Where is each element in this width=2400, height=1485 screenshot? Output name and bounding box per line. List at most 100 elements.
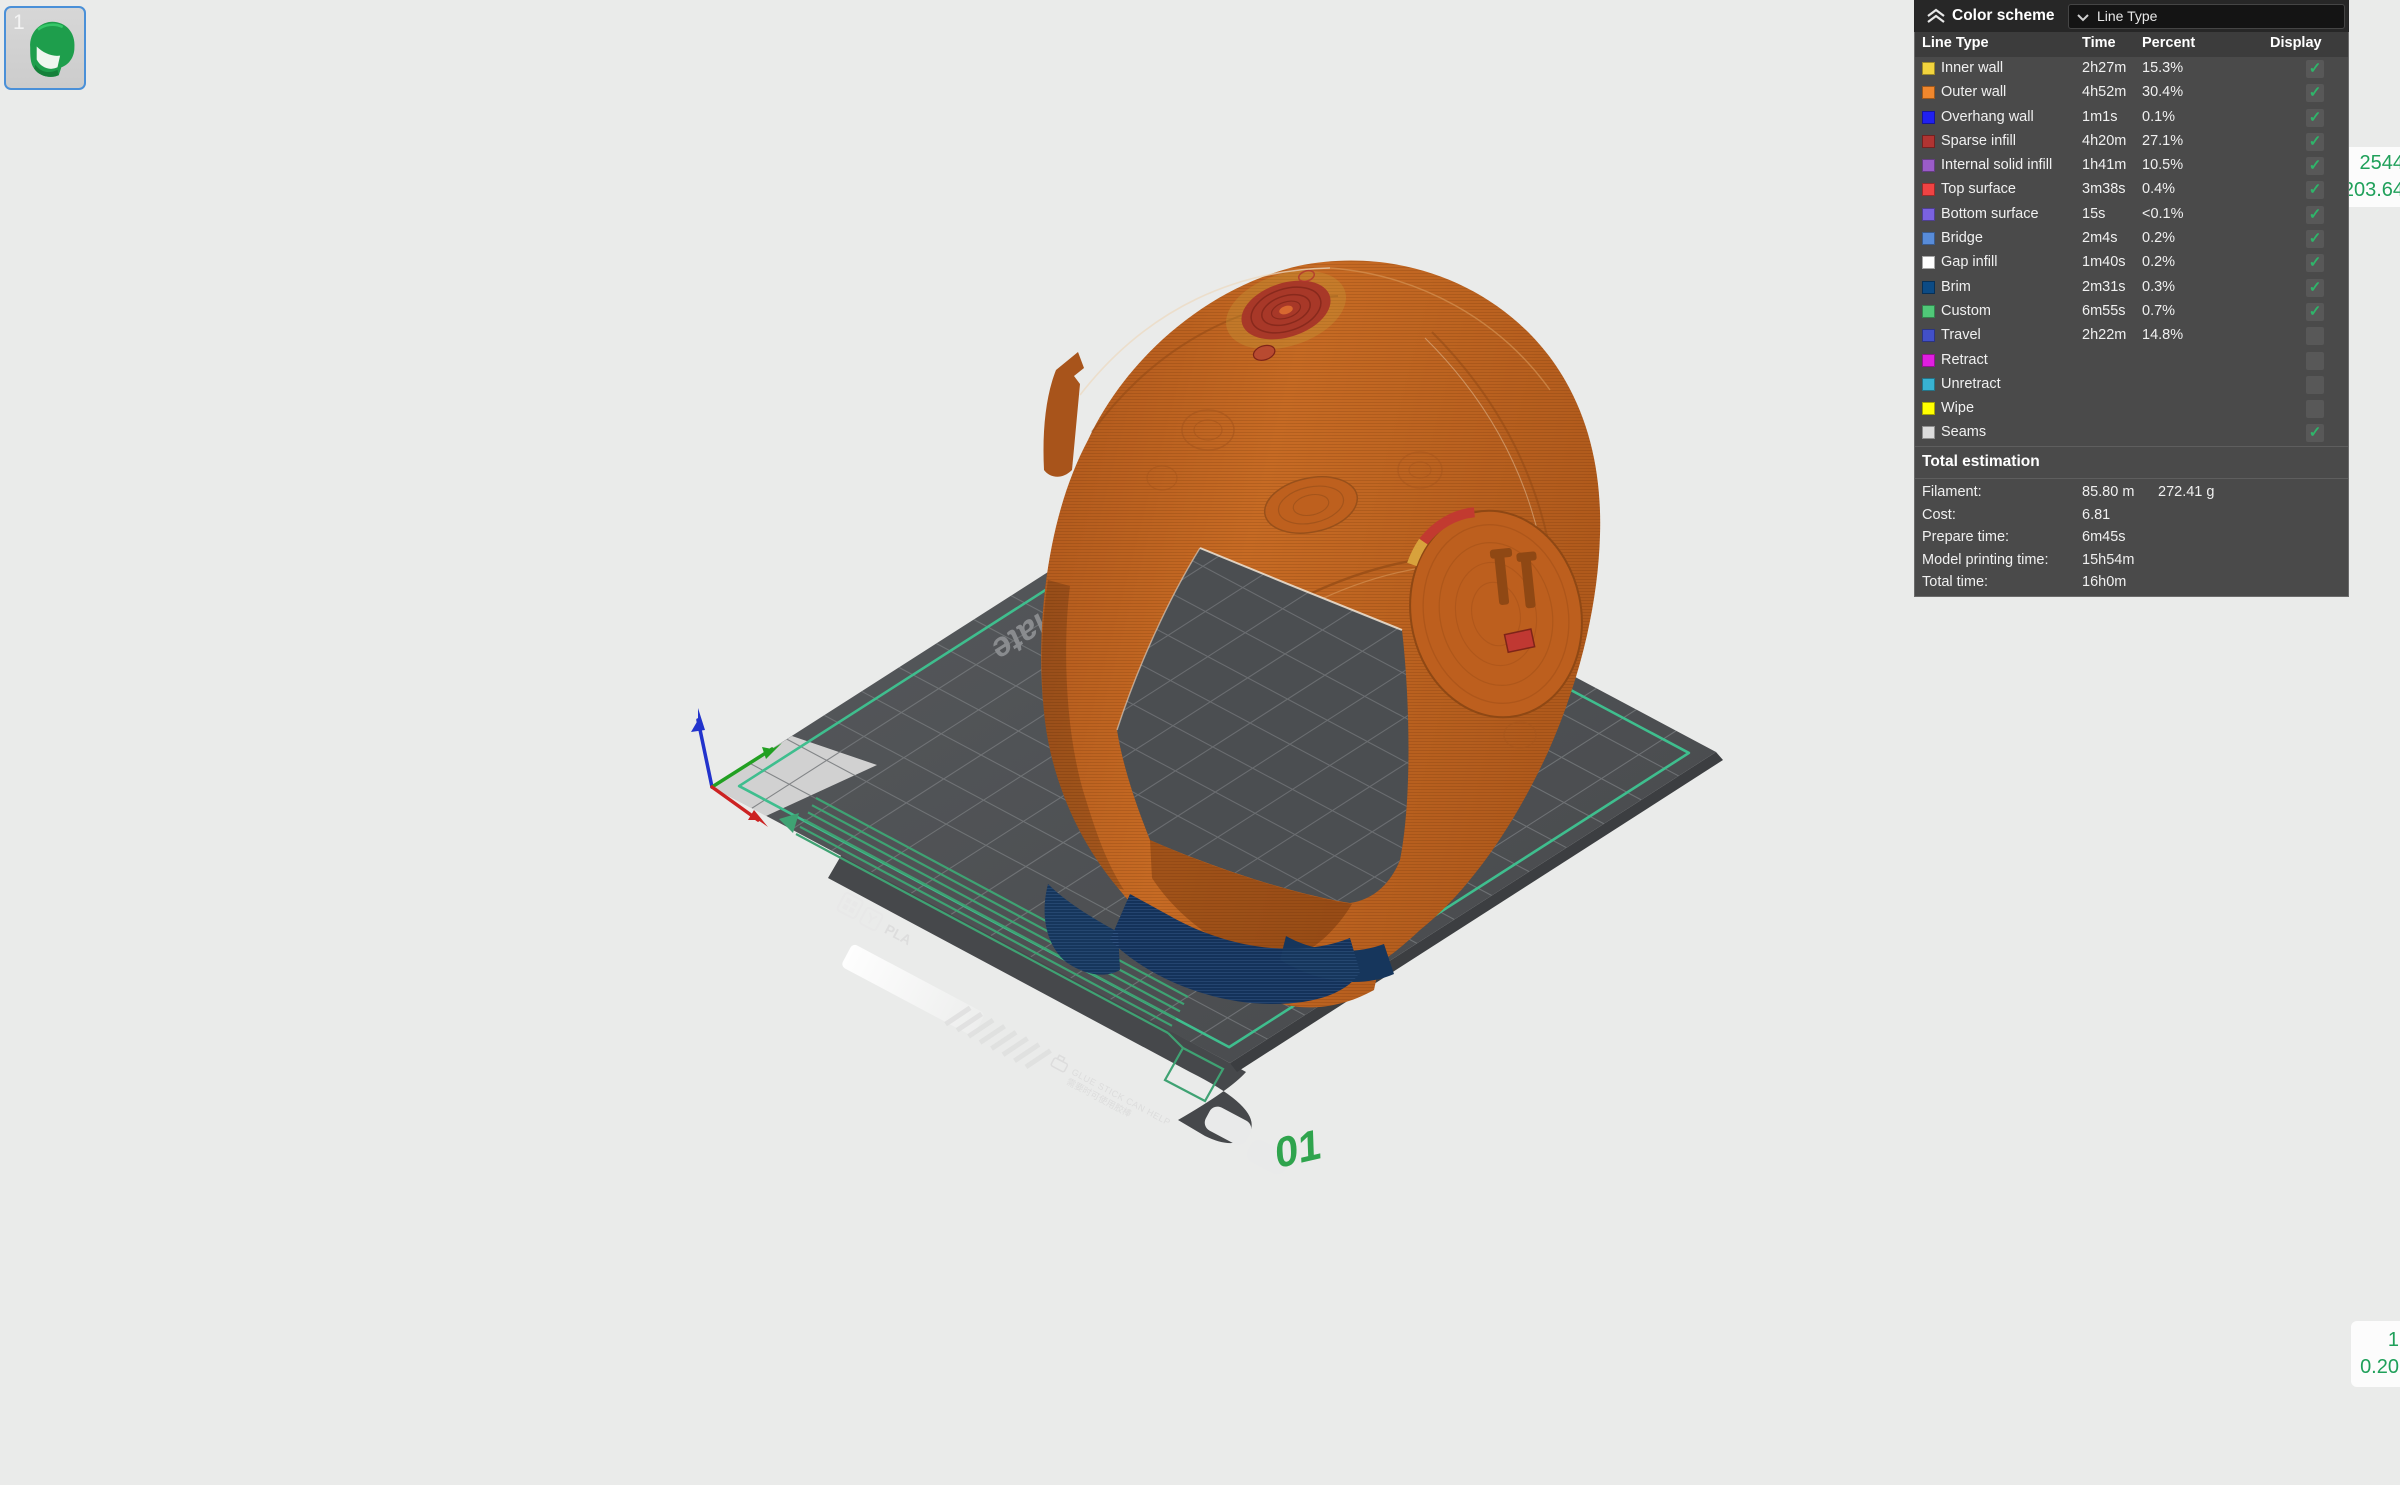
display-checkbox[interactable]: ✓ bbox=[2306, 327, 2324, 345]
line-type-percent: 14.8% bbox=[2142, 327, 2183, 343]
bambu-logo-icon bbox=[837, 892, 864, 919]
glue-stick-icon bbox=[1051, 1054, 1070, 1073]
panel-body: Line Type Time Percent Display Inner wal… bbox=[1914, 32, 2349, 597]
line-type-percent: 0.1% bbox=[2142, 109, 2175, 125]
divider bbox=[1915, 446, 2348, 447]
col-percent: Percent bbox=[2142, 35, 2195, 51]
line-type-percent: 30.4% bbox=[2142, 84, 2183, 100]
panel-topbar: Color scheme Line Type bbox=[1914, 0, 2349, 32]
line-type-percent: 0.2% bbox=[2142, 254, 2175, 270]
line-type-label: Sparse infill bbox=[1941, 133, 2016, 149]
line-type-label: Inner wall bbox=[1941, 60, 2003, 76]
display-checkbox[interactable]: ✓ bbox=[2306, 303, 2324, 321]
divider bbox=[1915, 478, 2348, 479]
line-type-label: Internal solid infill bbox=[1941, 157, 2052, 173]
line-type-color-swatch bbox=[1922, 426, 1935, 439]
plate-material-label: PLA bbox=[882, 921, 914, 948]
table-header: Line Type Time Percent Display bbox=[1915, 32, 2348, 57]
line-type-row: Custom 6m55s 0.7% ✓ bbox=[1915, 300, 2348, 324]
line-type-row: Wipe ✓ bbox=[1915, 397, 2348, 421]
slicer-preview-window: late PLA GLUE STICK CAN HELP 需要时可使用胶棒 bbox=[0, 0, 2400, 1485]
display-checkbox[interactable]: ✓ bbox=[2306, 376, 2324, 394]
display-checkbox[interactable]: ✓ bbox=[2306, 279, 2324, 297]
line-type-color-swatch bbox=[1922, 329, 1935, 342]
line-type-row: Bridge2m4s0.2%✓ bbox=[1915, 227, 2348, 251]
line-type-percent: 15.3% bbox=[2142, 60, 2183, 76]
line-type-color-swatch bbox=[1922, 62, 1935, 75]
line-type-time: 2m4s bbox=[2082, 230, 2117, 246]
line-type-color-swatch bbox=[1922, 354, 1935, 367]
estimation-label: Filament: bbox=[1922, 484, 1982, 500]
plate-hatch-stripes bbox=[946, 1001, 1051, 1073]
helmet-left-fin bbox=[1044, 352, 1085, 477]
estimation-value: 6m45s bbox=[2082, 529, 2126, 545]
line-type-color-swatch bbox=[1922, 402, 1935, 415]
display-checkbox[interactable]: ✓ bbox=[2306, 352, 2324, 370]
estimation-row: Prepare time: 6m45s bbox=[1915, 527, 2348, 550]
line-type-label: Travel bbox=[1941, 327, 1981, 343]
line-type-label: Wipe bbox=[1941, 400, 1974, 416]
display-checkbox[interactable]: ✓ bbox=[2306, 400, 2324, 418]
plate-thumbnail-card[interactable]: 1 bbox=[4, 6, 86, 90]
display-checkbox[interactable]: ✓ bbox=[2306, 230, 2324, 248]
collapse-panel-icon[interactable] bbox=[1926, 7, 1946, 25]
line-type-label: Overhang wall bbox=[1941, 109, 2034, 125]
line-type-percent: 0.4% bbox=[2142, 181, 2175, 197]
line-type-row: Gap infill 1m40s 0.2% ✓ bbox=[1915, 251, 2348, 275]
line-type-color-swatch bbox=[1922, 159, 1935, 172]
line-type-label: Gap infill bbox=[1941, 254, 1997, 270]
line-type-label: Bridge bbox=[1941, 230, 1983, 246]
estimation-value: 6.81 bbox=[2082, 507, 2110, 523]
display-checkbox[interactable]: ✓ bbox=[2306, 254, 2324, 272]
line-type-row: Outer wall4h52m30.4%✓ bbox=[1915, 81, 2348, 105]
line-type-percent: 0.7% bbox=[2142, 303, 2175, 319]
line-type-time: 1m40s bbox=[2082, 254, 2126, 270]
plate-thumbnail-helmet-icon bbox=[12, 14, 90, 92]
col-line-type: Line Type bbox=[1922, 35, 1989, 51]
estimation-value: 85.80 m bbox=[2082, 484, 2134, 500]
line-type-time: 1m1s bbox=[2082, 109, 2117, 125]
display-checkbox[interactable]: ✓ bbox=[2306, 181, 2324, 199]
display-checkbox[interactable]: ✓ bbox=[2306, 60, 2324, 78]
view-type-dropdown[interactable]: Line Type bbox=[2068, 4, 2345, 29]
col-display: Display bbox=[2270, 35, 2322, 51]
line-type-row: Travel 2h22m 14.8% ✓ bbox=[1915, 324, 2348, 348]
estimation-label: Model printing time: bbox=[1922, 552, 2049, 568]
line-type-row: Seams✓ bbox=[1915, 421, 2348, 445]
line-type-time: 2h22m bbox=[2082, 327, 2126, 343]
line-type-color-swatch bbox=[1922, 86, 1935, 99]
line-type-label: Bottom surface bbox=[1941, 206, 2039, 222]
display-checkbox[interactable]: ✓ bbox=[2306, 133, 2324, 151]
line-type-label: Custom bbox=[1941, 303, 1991, 319]
line-type-label: Top surface bbox=[1941, 181, 2016, 197]
line-type-label: Outer wall bbox=[1941, 84, 2006, 100]
plate-gloss-bar bbox=[841, 943, 986, 1036]
total-estimation-rows: Filament:85.80 m272.41 gCost:6.81Prepare… bbox=[1915, 482, 2348, 595]
estimation-value: 15h54m bbox=[2082, 552, 2134, 568]
line-type-label: Retract bbox=[1941, 352, 1988, 368]
panel-title: Color scheme bbox=[1952, 7, 2055, 25]
step-slider-readout[interactable]: 1 0.20 bbox=[2351, 1321, 2400, 1387]
line-type-color-swatch bbox=[1922, 281, 1935, 294]
col-time: Time bbox=[2082, 35, 2116, 51]
line-type-time: 6m55s bbox=[2082, 303, 2126, 319]
display-checkbox[interactable]: ✓ bbox=[2306, 157, 2324, 175]
line-type-label: Unretract bbox=[1941, 376, 2001, 392]
display-checkbox[interactable]: ✓ bbox=[2306, 109, 2324, 127]
line-type-row: Bottom surface15s<0.1%✓ bbox=[1915, 203, 2348, 227]
plate-number-label[interactable]: 01 bbox=[1269, 1120, 1325, 1176]
chevron-down-icon bbox=[2076, 6, 2090, 28]
estimation-row: Filament:85.80 m272.41 g bbox=[1915, 482, 2348, 505]
display-checkbox[interactable]: ✓ bbox=[2306, 84, 2324, 102]
estimation-label: Prepare time: bbox=[1922, 529, 2009, 545]
estimation-value: 16h0m bbox=[2082, 574, 2126, 590]
display-checkbox[interactable]: ✓ bbox=[2306, 206, 2324, 224]
display-checkbox[interactable]: ✓ bbox=[2306, 424, 2324, 442]
line-type-time: 15s bbox=[2082, 206, 2105, 222]
total-estimation-title: Total estimation bbox=[1922, 453, 2040, 471]
line-type-row: Internal solid infill1h41m10.5%✓ bbox=[1915, 154, 2348, 178]
step-value: 1 bbox=[2351, 1327, 2399, 1354]
step-height: 0.20 bbox=[2351, 1354, 2399, 1381]
line-type-row: Top surface3m38s0.4%✓ bbox=[1915, 178, 2348, 202]
estimation-row: Cost:6.81 bbox=[1915, 505, 2348, 528]
